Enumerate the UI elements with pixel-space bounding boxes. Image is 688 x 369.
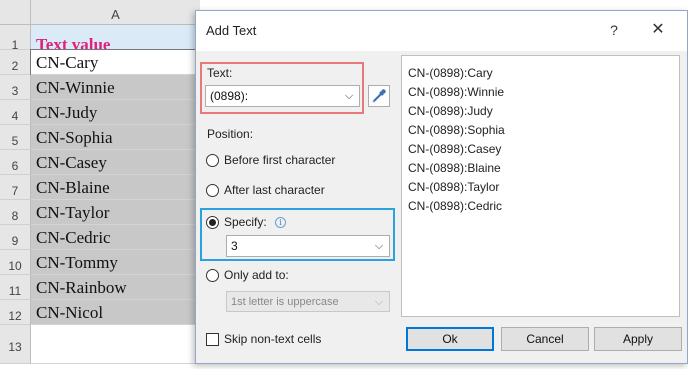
dialog-title: Add Text bbox=[206, 23, 257, 38]
eyedropper-icon bbox=[372, 89, 386, 103]
column-header-a[interactable]: A bbox=[31, 0, 200, 25]
cell-a3[interactable]: CN-Winnie bbox=[31, 75, 196, 100]
specify-label[interactable]: Specify: bbox=[224, 215, 267, 229]
before-first-radio[interactable] bbox=[206, 154, 219, 167]
spreadsheet: A 1 Text value 2 CN-Cary 3 CN-Winnie 4 C… bbox=[0, 0, 200, 364]
skip-non-text-checkbox[interactable] bbox=[206, 333, 219, 346]
row-header-4[interactable]: 4 bbox=[0, 100, 31, 125]
row-header-3[interactable]: 3 bbox=[0, 75, 31, 100]
preview-item: CN-(0898):Cary bbox=[408, 66, 493, 80]
eyedropper-button[interactable] bbox=[368, 85, 390, 107]
only-add-radio[interactable] bbox=[206, 269, 219, 282]
ok-button[interactable]: Ok bbox=[406, 327, 494, 351]
row-header-8[interactable]: 8 bbox=[0, 200, 31, 225]
cell-a1[interactable]: Text value bbox=[31, 25, 196, 54]
row-header-7[interactable]: 7 bbox=[0, 175, 31, 200]
cell-a13[interactable] bbox=[31, 325, 196, 364]
preview-list: CN-(0898):Cary CN-(0898):Winnie CN-(0898… bbox=[401, 55, 680, 317]
add-text-dialog: Add Text ? ✕ Text: (0898): ⌵ Position: B… bbox=[195, 10, 688, 364]
only-add-value: 1st letter is uppercase bbox=[231, 296, 339, 308]
preview-item: CN-(0898):Taylor bbox=[408, 180, 500, 194]
row-header-11[interactable]: 11 bbox=[0, 275, 31, 300]
row-header-10[interactable]: 10 bbox=[0, 250, 31, 275]
close-button[interactable]: ✕ bbox=[646, 19, 670, 41]
preview-item: CN-(0898):Cedric bbox=[408, 199, 503, 213]
preview-item: CN-(0898):Casey bbox=[408, 142, 502, 156]
after-last-label[interactable]: After last character bbox=[224, 183, 325, 197]
cell-a6[interactable]: CN-Casey bbox=[31, 150, 196, 175]
specify-combobox[interactable]: 3 ⌵ bbox=[226, 235, 390, 257]
help-button[interactable]: ? bbox=[604, 19, 624, 41]
select-all-corner[interactable] bbox=[0, 0, 31, 25]
specify-radio[interactable] bbox=[206, 216, 219, 229]
text-combobox[interactable]: (0898): ⌵ bbox=[205, 85, 360, 107]
row-header-9[interactable]: 9 bbox=[0, 225, 31, 250]
cell-a7[interactable]: CN-Blaine bbox=[31, 175, 196, 200]
skip-non-text-label[interactable]: Skip non-text cells bbox=[224, 332, 321, 346]
cell-a12[interactable]: CN-Nicol bbox=[31, 300, 196, 325]
cell-a4[interactable]: CN-Judy bbox=[31, 100, 196, 125]
only-add-label[interactable]: Only add to: bbox=[224, 268, 289, 282]
row-header-12[interactable]: 12 bbox=[0, 300, 31, 325]
row-header-6[interactable]: 6 bbox=[0, 150, 31, 175]
row-header-5[interactable]: 5 bbox=[0, 125, 31, 150]
row-header-13[interactable]: 13 bbox=[0, 325, 31, 364]
row-header-1[interactable]: 1 bbox=[0, 25, 31, 52]
specify-value: 3 bbox=[231, 239, 238, 253]
preview-item: CN-(0898):Sophia bbox=[408, 123, 505, 137]
row-header-2[interactable]: 2 bbox=[0, 50, 31, 75]
chevron-down-icon[interactable]: ⌵ bbox=[342, 86, 356, 106]
dialog-titlebar[interactable]: Add Text ? ✕ bbox=[196, 11, 687, 51]
text-label: Text: bbox=[207, 66, 233, 80]
after-last-radio[interactable] bbox=[206, 184, 219, 197]
chevron-down-icon[interactable]: ⌵ bbox=[372, 292, 386, 312]
preview-item: CN-(0898):Winnie bbox=[408, 85, 505, 99]
apply-button[interactable]: Apply bbox=[594, 327, 682, 351]
chevron-down-icon[interactable]: ⌵ bbox=[372, 236, 386, 256]
info-icon[interactable]: i bbox=[275, 217, 286, 228]
preview-item: CN-(0898):Judy bbox=[408, 104, 493, 118]
preview-item: CN-(0898):Blaine bbox=[408, 161, 501, 175]
cell-a10[interactable]: CN-Tommy bbox=[31, 250, 196, 275]
before-first-label[interactable]: Before first character bbox=[224, 153, 335, 167]
cell-a11[interactable]: CN-Rainbow bbox=[31, 275, 196, 300]
text-value: (0898): bbox=[210, 89, 249, 103]
cell-a2[interactable]: CN-Cary bbox=[30, 49, 197, 76]
cell-a9[interactable]: CN-Cedric bbox=[31, 225, 196, 250]
position-label: Position: bbox=[207, 127, 254, 141]
cell-a8[interactable]: CN-Taylor bbox=[31, 200, 196, 225]
cell-a5[interactable]: CN-Sophia bbox=[31, 125, 196, 150]
only-add-combobox[interactable]: 1st letter is uppercase ⌵ bbox=[226, 291, 390, 312]
cancel-button[interactable]: Cancel bbox=[501, 327, 589, 351]
